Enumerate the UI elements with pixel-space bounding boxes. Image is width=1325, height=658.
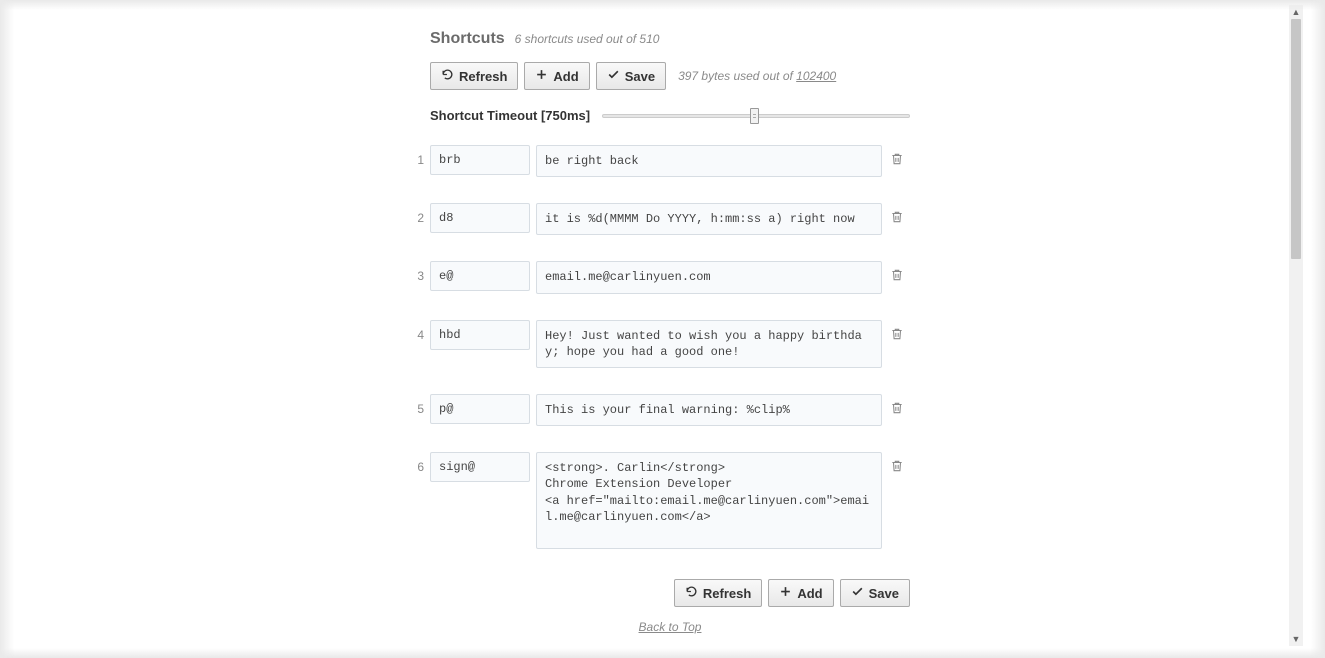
shortcut-row: 5	[430, 394, 910, 426]
shortcut-value-input[interactable]	[536, 320, 882, 368]
shortcut-key-input[interactable]	[430, 261, 530, 291]
shortcut-key-input[interactable]	[430, 452, 530, 482]
refresh-button-bottom[interactable]: Refresh	[674, 579, 762, 607]
trash-icon[interactable]	[890, 261, 904, 286]
shortcut-count: 6 shortcuts used out of 510	[515, 32, 660, 46]
scrollbar[interactable]: ▲ ▼	[1289, 5, 1303, 646]
shortcut-row: 1	[430, 145, 910, 177]
save-button[interactable]: Save	[596, 62, 666, 90]
shortcut-key-input[interactable]	[430, 394, 530, 424]
row-number: 3	[410, 261, 424, 283]
shortcut-value-input[interactable]	[536, 261, 882, 293]
toolbar-top: Refresh Add Save 397 bytes used out of 1…	[430, 62, 910, 90]
trash-icon[interactable]	[890, 203, 904, 228]
refresh-label: Refresh	[459, 69, 507, 84]
check-icon	[607, 68, 620, 84]
trash-icon[interactable]	[890, 394, 904, 419]
scroll-up-arrow[interactable]: ▲	[1289, 5, 1303, 19]
add-label: Add	[797, 586, 822, 601]
row-number: 2	[410, 203, 424, 225]
shortcut-row: 4	[430, 320, 910, 368]
shortcut-key-input[interactable]	[430, 320, 530, 350]
row-number: 6	[410, 452, 424, 474]
refresh-label: Refresh	[703, 586, 751, 601]
bytes-prefix: 397 bytes used out of	[678, 69, 796, 83]
trash-icon[interactable]	[890, 320, 904, 345]
shortcut-value-input[interactable]	[536, 394, 882, 426]
slider-thumb[interactable]	[750, 108, 759, 124]
add-button[interactable]: Add	[524, 62, 589, 90]
save-button-bottom[interactable]: Save	[840, 579, 910, 607]
shortcut-row: 3	[430, 261, 910, 293]
main-scroll-area[interactable]: Shortcuts 6 shortcuts used out of 510 Re…	[12, 5, 1297, 646]
back-to-top: Back to Top	[430, 619, 910, 634]
timeout-slider[interactable]	[602, 111, 910, 121]
refresh-icon	[685, 585, 698, 601]
timeout-row: Shortcut Timeout [750ms]	[430, 108, 910, 123]
save-label: Save	[869, 586, 899, 601]
trash-icon[interactable]	[890, 145, 904, 170]
shortcut-row: 2	[430, 203, 910, 235]
refresh-icon	[441, 68, 454, 84]
scroll-thumb[interactable]	[1291, 19, 1301, 259]
shortcut-value-input[interactable]	[536, 145, 882, 177]
shortcut-value-input[interactable]	[536, 452, 882, 549]
trash-icon[interactable]	[890, 452, 904, 477]
shortcut-key-input[interactable]	[430, 203, 530, 233]
refresh-button[interactable]: Refresh	[430, 62, 518, 90]
back-to-top-link[interactable]: Back to Top	[639, 620, 702, 634]
add-button-bottom[interactable]: Add	[768, 579, 833, 607]
row-number: 5	[410, 394, 424, 416]
shortcut-key-input[interactable]	[430, 145, 530, 175]
page-title: Shortcuts	[430, 30, 505, 48]
content: Shortcuts 6 shortcuts used out of 510 Re…	[430, 30, 910, 634]
header: Shortcuts 6 shortcuts used out of 510	[430, 30, 910, 48]
row-number: 4	[410, 320, 424, 342]
plus-icon	[779, 585, 792, 601]
shortcut-value-input[interactable]	[536, 203, 882, 235]
add-label: Add	[553, 69, 578, 84]
row-number: 1	[410, 145, 424, 167]
check-icon	[851, 585, 864, 601]
timeout-label: Shortcut Timeout [750ms]	[430, 108, 590, 123]
shortcut-row: 6	[430, 452, 910, 549]
save-label: Save	[625, 69, 655, 84]
plus-icon	[535, 68, 548, 84]
bytes-used: 397 bytes used out of 102400	[678, 69, 836, 83]
scroll-down-arrow[interactable]: ▼	[1289, 632, 1303, 646]
bytes-limit-link[interactable]: 102400	[796, 69, 836, 83]
shortcut-list: 1 2 3 4 5 6	[430, 145, 910, 549]
toolbar-bottom: Refresh Add Save	[430, 579, 910, 607]
